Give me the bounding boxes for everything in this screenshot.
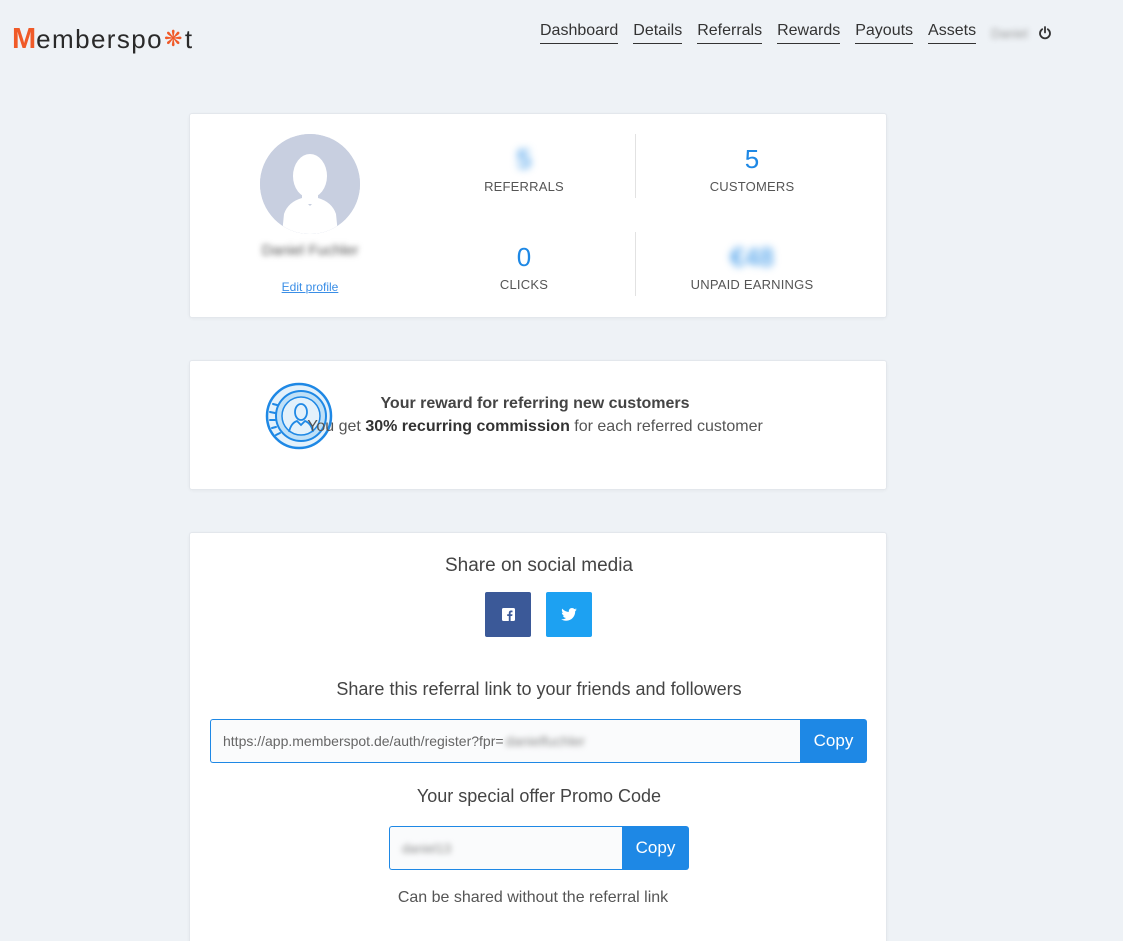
- stat-unpaid-earnings: €48 UNPAID EARNINGS: [652, 242, 852, 292]
- logo-text: emberspo: [36, 23, 163, 54]
- reward-text-prefix: You get: [307, 418, 366, 435]
- referrals-value: 5: [516, 144, 532, 174]
- coin-icon: [265, 382, 333, 450]
- reward-text-suffix: for each referred customer: [569, 418, 763, 435]
- top-nav: Dashboard Details Referrals Rewards Payo…: [540, 22, 1052, 44]
- referral-link-title: Share this referral link to your friends…: [336, 679, 742, 699]
- avatar: [260, 134, 360, 234]
- logo-letter-m: M: [12, 22, 37, 55]
- stat-clicks: 0 CLICKS: [424, 242, 624, 292]
- twitter-icon: [561, 608, 577, 621]
- customers-label: CUSTOMERS: [709, 179, 795, 194]
- nav-dashboard[interactable]: Dashboard: [540, 22, 619, 44]
- reward-commission: 30% recurring commission: [365, 418, 570, 435]
- nav-assets[interactable]: Assets: [928, 22, 977, 44]
- promo-code-value: daniel13: [402, 840, 452, 856]
- unpaid-earnings-value: €48: [730, 242, 774, 272]
- reward-card: Your reward for referring new customers …: [189, 360, 887, 490]
- profile-stats-card: Daniel Fuchler Edit profile 5 REFERRALS …: [189, 113, 887, 318]
- facebook-share-button[interactable]: [485, 592, 531, 637]
- referral-link-base: https://app.memberspot.de/auth/register?…: [223, 733, 504, 749]
- stat-customers: 5 CUSTOMERS: [652, 144, 852, 194]
- social-share-title: Share on social media: [445, 555, 633, 576]
- promo-code-input[interactable]: daniel13: [389, 826, 622, 870]
- promo-code-title: Your special offer Promo Code: [416, 786, 662, 806]
- nav-details[interactable]: Details: [633, 22, 683, 44]
- user-silhouette-icon: [260, 134, 360, 234]
- nav-rewards[interactable]: Rewards: [777, 22, 841, 44]
- referral-link-group: https://app.memberspot.de/auth/register?…: [210, 719, 867, 763]
- promo-code-group: daniel13 Copy: [389, 826, 689, 870]
- user-name[interactable]: Daniel: [991, 26, 1028, 41]
- stat-divider: [635, 232, 636, 296]
- facebook-icon: [501, 608, 515, 621]
- copy-promo-code-button[interactable]: Copy: [622, 826, 689, 870]
- clicks-value: 0: [516, 242, 532, 272]
- twitter-share-button[interactable]: [546, 592, 592, 637]
- nav-payouts[interactable]: Payouts: [855, 22, 914, 44]
- customers-value: 5: [744, 144, 760, 174]
- stat-divider: [635, 134, 636, 198]
- logo-dot-icon: ❋: [164, 26, 184, 51]
- nav-referrals[interactable]: Referrals: [697, 22, 763, 44]
- reward-title: Your reward for referring new customers: [380, 395, 690, 412]
- stat-referrals: 5 REFERRALS: [424, 144, 624, 194]
- referral-link-input[interactable]: https://app.memberspot.de/auth/register?…: [210, 719, 800, 763]
- share-card: Share on social media Share this referra…: [189, 532, 887, 941]
- reward-description: You get 30% recurring commission for eac…: [190, 418, 880, 436]
- promo-code-note: Can be shared without the referral link: [397, 889, 669, 906]
- profile-name: Daniel Fuchler: [261, 242, 359, 259]
- referrals-label: REFERRALS: [484, 179, 564, 194]
- referral-link-code: danielfuchler: [505, 733, 585, 749]
- logo-text-end: t: [184, 23, 194, 54]
- memberspot-logo[interactable]: Memberspo ❋ t: [12, 22, 193, 56]
- power-icon[interactable]: [1038, 26, 1052, 40]
- clicks-label: CLICKS: [499, 277, 549, 292]
- unpaid-earnings-label: UNPAID EARNINGS: [690, 277, 814, 292]
- copy-referral-link-button[interactable]: Copy: [800, 719, 867, 763]
- edit-profile-link[interactable]: Edit profile: [210, 280, 410, 294]
